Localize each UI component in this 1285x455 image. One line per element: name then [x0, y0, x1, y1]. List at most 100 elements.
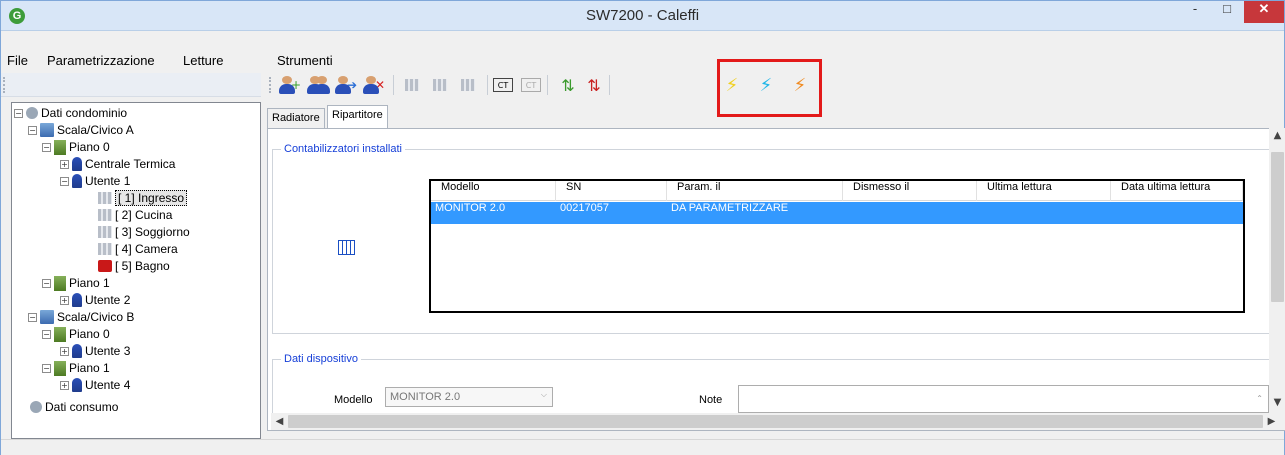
tab-ripartitore[interactable]: Ripartitore: [327, 105, 388, 128]
tree-node-scala-b[interactable]: − Scala/Civico B: [28, 309, 134, 325]
scroll-down-arrow[interactable]: ▼: [1269, 395, 1285, 411]
user-icon: [72, 157, 82, 171]
horizontal-scrollbar[interactable]: ◀ ▶: [271, 413, 1285, 430]
radiator-red-icon: [98, 260, 112, 272]
collapse-icon[interactable]: −: [42, 142, 51, 152]
meter-add-icon[interactable]: ⇅: [557, 74, 579, 96]
ct-add-icon[interactable]: CT: [493, 78, 513, 92]
building-icon: [40, 123, 54, 137]
collapse-icon[interactable]: −: [28, 312, 37, 322]
condominium-icon: [26, 107, 38, 119]
remove-radiator-icon[interactable]: [457, 74, 479, 96]
toolbar-grip[interactable]: [3, 77, 5, 93]
radiator-icon: [98, 243, 112, 255]
toolbar-separator: [487, 75, 488, 95]
cell-modello: MONITOR 2.0: [435, 202, 506, 214]
tree-node-radiator[interactable]: [ 1] Ingresso: [98, 190, 188, 206]
scroll-right-arrow[interactable]: ▶: [1263, 416, 1280, 427]
edit-radiator-icon[interactable]: [429, 74, 451, 96]
column-header-sn[interactable]: SN: [556, 181, 667, 201]
expand-icon[interactable]: +: [60, 295, 69, 305]
tree-node-piano[interactable]: − Piano 1: [42, 360, 110, 376]
floor-icon: [54, 360, 66, 376]
tree-node-radiator[interactable]: [ 4] Camera: [98, 241, 178, 257]
title-bar: G SW7200 - Caleffi - □ ✕: [1, 1, 1284, 31]
toolbar-grip[interactable]: [269, 77, 271, 93]
note-field[interactable]: ⌃: [738, 385, 1269, 413]
cell-sn: 00217057: [560, 202, 609, 214]
expand-icon[interactable]: +: [60, 380, 69, 390]
collapse-icon[interactable]: −: [28, 125, 37, 135]
collapse-icon[interactable]: −: [42, 278, 51, 288]
application-window: G SW7200 - Caleffi - □ ✕ File Parametriz…: [0, 0, 1285, 455]
vertical-scrollbar[interactable]: ▲ ▼: [1269, 128, 1285, 413]
column-header-dismesso[interactable]: Dismesso il: [843, 181, 977, 201]
users-icon[interactable]: [307, 74, 330, 96]
tree-node-piano[interactable]: − Piano 0: [42, 139, 110, 155]
minimize-button[interactable]: -: [1181, 1, 1209, 23]
floor-icon: [54, 326, 66, 342]
column-header-ultima-lettura[interactable]: Ultima lettura: [977, 181, 1111, 201]
column-header-param[interactable]: Param. il: [667, 181, 843, 201]
status-bar: [1, 439, 1284, 455]
scroll-left-arrow[interactable]: ◀: [271, 416, 288, 427]
tree-node-utente[interactable]: − Utente 1: [60, 173, 130, 189]
menu-strumenti[interactable]: Strumenti: [277, 53, 333, 68]
user-icon: [72, 174, 82, 188]
installed-meters-label: Contabilizzatori installati: [281, 143, 405, 155]
table-row[interactable]: MONITOR 2.0 00217057 DA PARAMETRIZZARE: [431, 202, 1243, 224]
menu-letture[interactable]: Letture: [183, 53, 223, 68]
menu-parametrizzazione[interactable]: Parametrizzazione: [47, 53, 155, 68]
note-label: Note: [699, 394, 723, 406]
scroll-up-arrow[interactable]: ▲: [1269, 128, 1285, 144]
collapse-icon[interactable]: −: [14, 108, 23, 118]
remove-user-icon[interactable]: ✕: [363, 74, 385, 96]
scroll-thumb[interactable]: [1271, 152, 1284, 302]
tab-radiatore[interactable]: Radiatore: [267, 108, 325, 128]
tree-node-centrale-termica[interactable]: + Centrale Termica: [60, 156, 175, 172]
tree-node-utente[interactable]: + Utente 4: [60, 377, 130, 393]
toolbar-separator: [393, 75, 394, 95]
meter-remove-icon[interactable]: ⇅: [583, 74, 605, 96]
radiator-icon: [98, 226, 112, 238]
collapse-icon[interactable]: −: [42, 363, 51, 373]
tree-node-dati-consumo[interactable]: Dati consumo: [30, 399, 118, 415]
tree-node-dati-condominio[interactable]: − Dati condominio: [14, 105, 127, 121]
tree-node-radiator[interactable]: [ 5] Bagno: [98, 258, 170, 274]
ct-disabled-icon: CT: [521, 78, 541, 92]
column-header-modello[interactable]: Modello: [431, 181, 556, 201]
cell-param: DA PARAMETRIZZARE: [671, 202, 789, 214]
tree-node-radiator[interactable]: [ 2] Cucina: [98, 207, 172, 223]
menu-file[interactable]: File: [7, 53, 28, 68]
tree-node-piano[interactable]: − Piano 1: [42, 275, 110, 291]
expand-icon[interactable]: +: [60, 346, 69, 356]
maximize-button[interactable]: □: [1213, 1, 1241, 23]
tree-view[interactable]: − Dati condominio − Scala/Civico A − Piano …: [11, 102, 261, 439]
collapse-icon[interactable]: −: [60, 176, 69, 186]
user-move-icon[interactable]: ➔: [335, 74, 357, 96]
tree-node-utente[interactable]: + Utente 3: [60, 343, 130, 359]
tree-node-scala-a[interactable]: − Scala/Civico A: [28, 122, 134, 138]
chevron-down-icon[interactable]: ⌵: [541, 390, 547, 400]
column-header-data-ultima-lettura[interactable]: Data ultima lettura: [1111, 181, 1243, 201]
device-data-label: Dati dispositivo: [281, 353, 361, 365]
scroll-thumb[interactable]: [288, 415, 1263, 428]
left-toolbar-strip: [1, 73, 261, 97]
highlight-box: [717, 59, 822, 117]
floor-icon: [54, 275, 66, 291]
expand-icon[interactable]: +: [60, 159, 69, 169]
chevron-up-icon[interactable]: ⌃: [1256, 394, 1263, 403]
close-button[interactable]: ✕: [1244, 1, 1284, 23]
tree-node-piano[interactable]: − Piano 0: [42, 326, 110, 342]
collapse-icon[interactable]: −: [42, 329, 51, 339]
model-value: MONITOR 2.0: [390, 391, 461, 403]
building-icon: [40, 310, 54, 324]
add-radiator-icon[interactable]: [401, 74, 423, 96]
tree-node-radiator[interactable]: [ 3] Soggiorno: [98, 224, 190, 240]
tree-node-utente[interactable]: + Utente 2: [60, 292, 130, 308]
model-select[interactable]: MONITOR 2.0 ⌵: [385, 387, 553, 407]
window-title: SW7200 - Caleffi: [585, 7, 700, 24]
add-user-icon[interactable]: +: [279, 74, 301, 96]
user-icon: [72, 378, 82, 392]
toolbar-separator: [609, 75, 610, 95]
